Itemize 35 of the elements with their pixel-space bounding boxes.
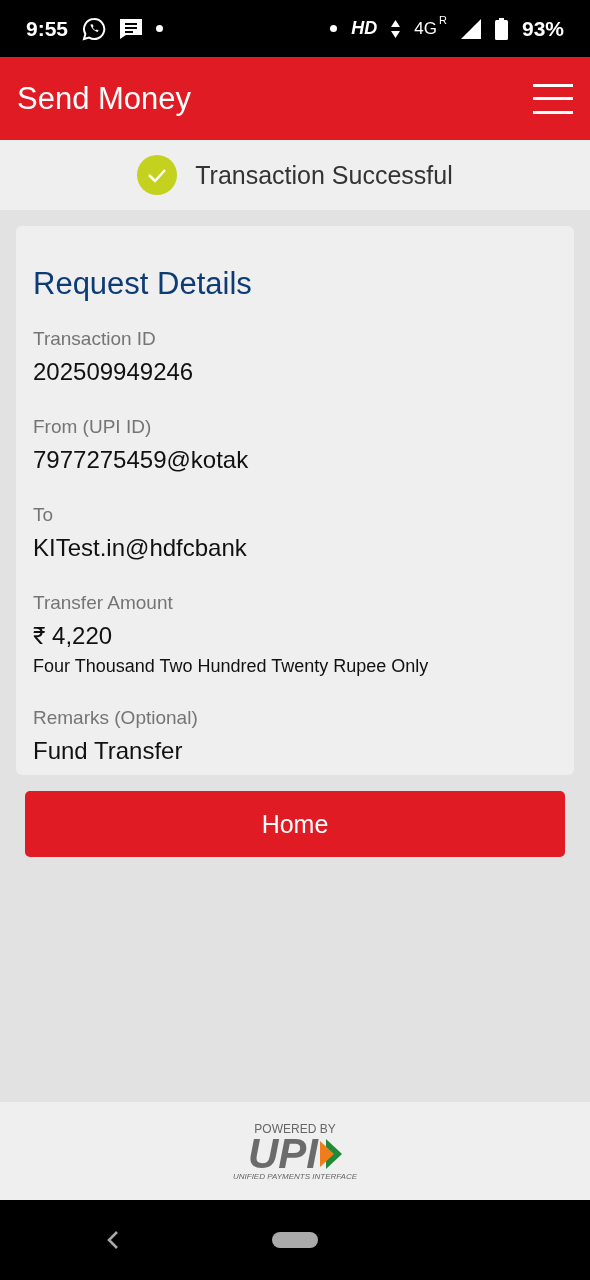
check-circle-icon — [137, 155, 178, 195]
field-label: Remarks (Optional) — [33, 707, 199, 729]
field-value: 202509949246 — [33, 358, 195, 386]
field-label: Transfer Amount — [33, 592, 174, 614]
field-label: To — [33, 504, 55, 526]
battery-percent: 93% — [521, 16, 564, 41]
message-icon — [120, 18, 143, 39]
chat-bubble-icon — [82, 16, 107, 41]
back-icon[interactable] — [106, 1230, 120, 1250]
notification-dot — [156, 25, 164, 32]
upi-tagline: UNIFIED PAYMENTS INTERFACE — [233, 1171, 357, 1181]
roaming-label: R — [439, 14, 447, 26]
clock: 9:55 — [26, 16, 69, 41]
upi-logo-text: UPI — [248, 1135, 318, 1172]
home-pill[interactable] — [272, 1232, 318, 1248]
home-button[interactable]: Home — [25, 791, 565, 857]
menu-icon[interactable] — [533, 83, 573, 114]
field-value: 7977275459@kotak — [33, 446, 250, 474]
notification-dot — [330, 25, 338, 32]
card-title: Request Details — [33, 266, 253, 302]
arrow-logo-icon — [320, 1138, 342, 1169]
amount-in-words: Four Thousand Two Hundred Twenty Rupee Only — [33, 656, 430, 677]
field-value: KITest.in@hdfcbank — [33, 534, 248, 562]
network-type: 4G — [414, 18, 437, 39]
signal-icon — [460, 18, 481, 39]
page-title: Send Money — [17, 80, 192, 117]
data-arrows-icon — [391, 19, 401, 38]
powered-by-label: POWERED BY — [254, 1121, 336, 1136]
network-label: HD — [351, 18, 378, 39]
battery-icon — [494, 17, 508, 40]
success-message: Transaction Successful — [195, 160, 453, 190]
field-label: Transaction ID — [33, 328, 157, 350]
field-label: From (UPI ID) — [33, 416, 153, 438]
field-value: Fund Transfer — [33, 737, 184, 765]
field-value: ₹ 4,220 — [33, 622, 114, 650]
